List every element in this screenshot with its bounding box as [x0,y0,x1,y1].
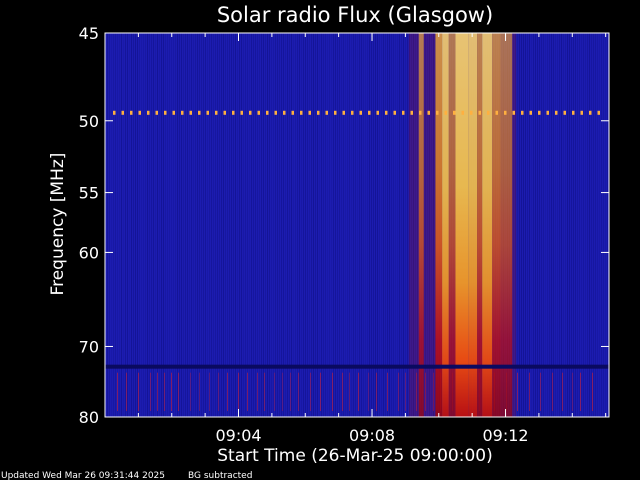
band-gap-line [105,364,609,369]
burst-haze [408,33,517,417]
chart-title: Solar radio Flux (Glasgow) [217,3,493,27]
x-axis-label: Start Time (26-Mar-25 09:00:00) [217,446,492,466]
spectrogram-chart: 09:04 09:08 09:12 45 50 55 60 70 80 Solar radio… [1,3,610,480]
y-axis-label: Frequency [MHz] [48,153,68,296]
y-tick-label: 80 [79,408,99,427]
y-tick-label: 60 [79,243,99,262]
footer-note: BG subtracted [188,471,252,480]
y-tick-label: 45 [79,24,99,43]
x-tick-label: 09:08 [349,426,395,445]
footer-updated: Updated Wed Mar 26 09:31:44 2025 [1,471,165,480]
x-tick-label: 09:12 [482,426,528,445]
y-tick-label: 50 [79,112,99,131]
y-tick-label: 70 [79,337,99,356]
y-tick-label: 55 [79,184,99,203]
plot-area [105,33,609,417]
x-tick-label: 09:04 [215,426,261,445]
